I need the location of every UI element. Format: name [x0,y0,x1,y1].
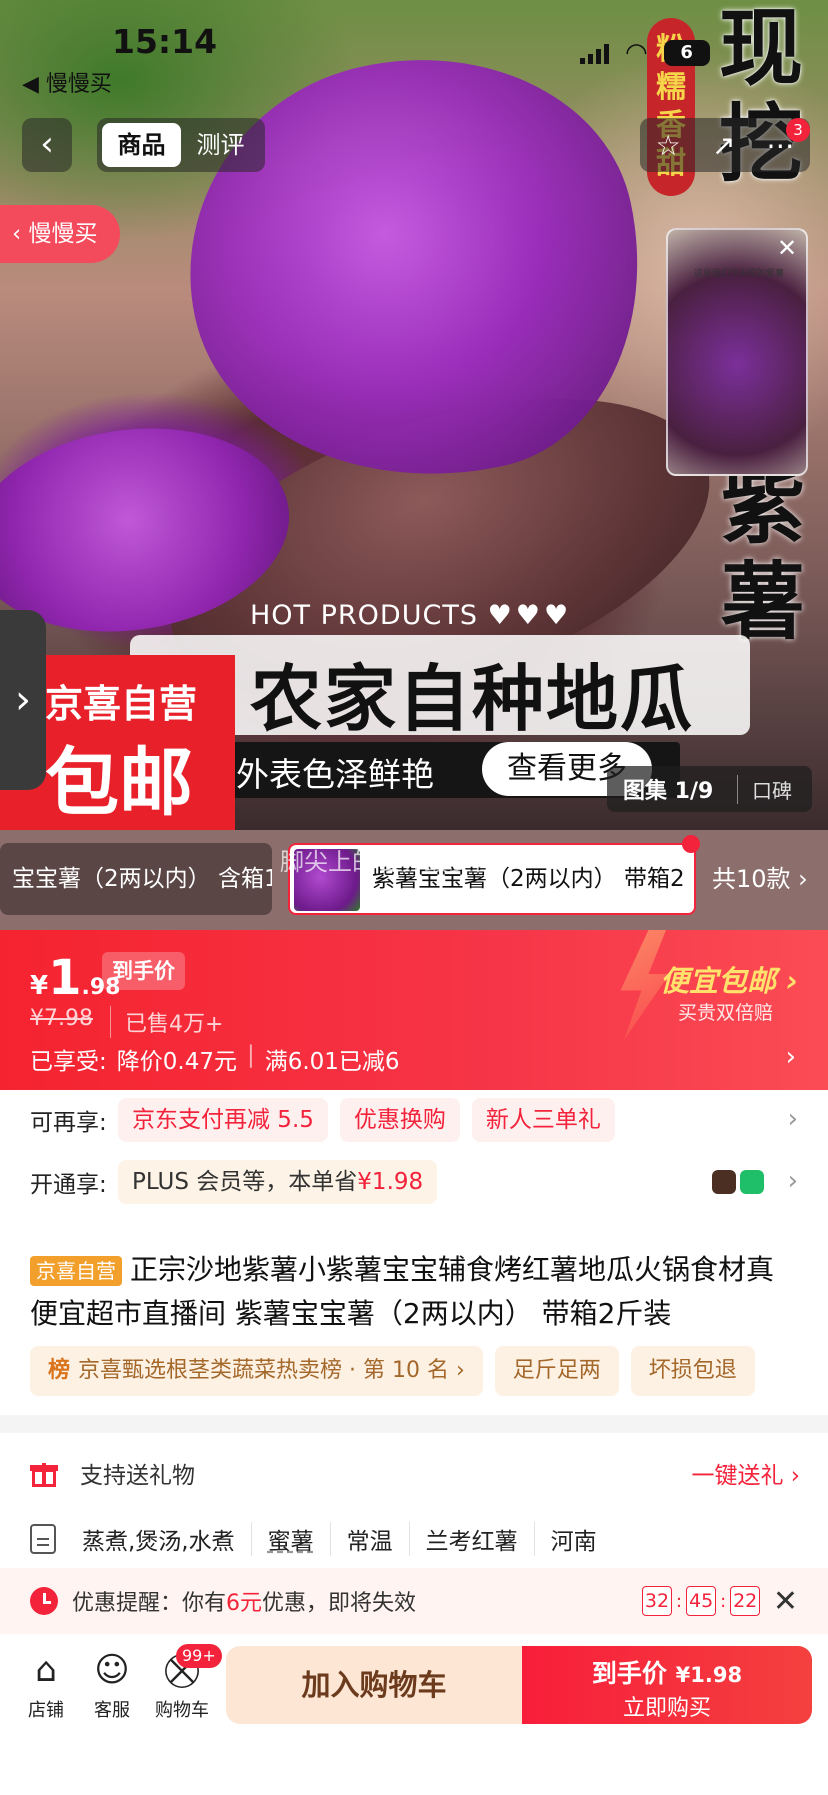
full-weight-chip[interactable]: 足斤足两 [494,1346,619,1396]
back-to-app-link[interactable]: ◀ 慢慢买 [22,66,112,98]
add-to-cart-button[interactable]: 加入购物车 [226,1646,522,1724]
close-icon[interactable]: ✕ [773,1584,798,1619]
attr-storage: 常温 [347,1522,410,1556]
gift-icon [30,1459,58,1487]
price-guarantee: 买贵双倍赔 [678,1002,774,1024]
document-icon [30,1524,56,1554]
chevron-right-icon[interactable]: › [788,1166,798,1196]
manmanmai-return-pill[interactable]: ‹ 慢慢买 [0,205,120,263]
battery-icon: 6 [663,40,710,66]
plus-bag-icon [740,1170,764,1194]
favorite-star-icon[interactable]: ☆ [656,129,681,162]
reminder-text: 优惠提醒：你有6元优惠，即将失效 [72,1591,417,1616]
hero-sub-text: 外表色泽鲜艳 [236,755,434,794]
gallery-counter[interactable]: 图集 1/9 口碑 [607,766,812,812]
status-icons: ◠ 6 [580,38,710,68]
original-price: ¥7.98 [30,1006,93,1031]
section-divider [0,1415,828,1433]
customer-service-button[interactable]: ☺ 客服 [72,1648,152,1722]
sku-total-count[interactable]: 共10款 › [712,843,822,915]
sku-selected-dot [682,835,700,853]
sku-overlay-text: 脚尖上的世界最多香 [280,848,496,876]
price-tag-label: 到手价 [102,952,185,990]
attr-origin: 河南 [550,1529,597,1555]
gallery-index[interactable]: 图集 1/9 [607,773,737,805]
nav-tabs: 商品 测评 [97,118,265,172]
tab-review[interactable]: 测评 [181,123,260,167]
promo-label: 可再享: [30,1110,107,1136]
chevron-right-icon[interactable]: › [788,1104,798,1134]
wifi-icon: ◠ [625,38,648,68]
discount-summary: 已享受: 降价0.47元 | 满6.01已减6 [30,1042,400,1075]
product-page: 粉糯 香甜 现挖 紫薯 HOT PRODUCTS ♥♥♥ 农家自种地瓜 外表色泽… [0,0,828,1795]
product-title-text: 正宗沙地紫薯小紫薯宝宝辅食烤红薯地瓜火锅食材真便宜超市直播间 紫薯宝宝薯（2两以… [30,1253,775,1330]
gift-row[interactable]: 支持送礼物 一键送礼 › [30,1448,800,1498]
coupon-reminder[interactable]: 优惠提醒：你有6元优惠，即将失效 32: 45: 22 ✕ [0,1568,828,1634]
damage-refund-chip[interactable]: 坏损包退 [630,1346,755,1396]
close-icon[interactable]: ✕ [772,234,802,264]
promo-chip-exchange[interactable]: 优惠换购 [339,1098,460,1142]
attr-variety: 蜜薯 [268,1522,331,1556]
gift-text: 支持送礼物 [80,1463,195,1489]
hero-hot-products: HOT PRODUCTS ♥♥♥ [250,600,573,631]
back-button[interactable]: ‹ [22,118,72,172]
buy-now-button[interactable]: 到手价 ¥1.98 立即购买 [522,1646,812,1724]
video-caption: 这是我们今天挖的紫薯 [693,269,784,279]
plus-icons [712,1170,764,1194]
share-icon[interactable]: ↗ [712,129,735,162]
reviews-tab[interactable]: 口碑 [737,774,792,804]
status-time: 15:14 [112,22,218,61]
plus-membership-chip[interactable]: PLUS 会员等，本单省¥1.98 [118,1160,438,1204]
notification-badge: 3 [786,118,810,142]
cart-count-badge: 99+ [176,1644,222,1668]
ranking-icon: 榜 [48,1358,71,1383]
hero-banner-text: 农家自种地瓜 [250,657,695,741]
side-expand-tab[interactable]: › [0,610,46,790]
price-bar[interactable]: ¥1.98 到手价 ¥7.98 已售4万+ 已享受: 降价0.47元 | 满6.… [0,930,828,1090]
promo-row-plus[interactable]: 开通享: PLUS 会员等，本单省¥1.98 [30,1160,800,1204]
product-title: 京喜自营 正宗沙地紫薯小紫薯宝宝辅食烤红薯地瓜火锅食材真便宜超市直播间 紫薯宝宝薯… [30,1248,800,1336]
plus-crown-icon [712,1170,736,1194]
signal-icon [580,42,609,64]
promo-row-available[interactable]: 可再享: 京东支付再减 5.5 优惠换购 新人三单礼 [30,1098,800,1142]
rank-row: 榜京喜甄选根茎类蔬菜热卖榜 · 第 10 名 › 足斤足两 坏损包退 [30,1346,755,1396]
attributes-row[interactable]: 蒸煮,煲汤,水煮 蜜薯 常温 兰考红薯 河南 [30,1514,800,1564]
hero-text-zishu: 紫薯 [720,456,805,651]
sold-count: 已售4万+ [110,1006,223,1038]
promo-chip-newcomer[interactable]: 新人三单礼 [471,1098,615,1142]
countdown-timer: 32: 45: 22 [642,1586,761,1616]
attr-brand: 兰考红薯 [426,1522,535,1556]
chat-icon: ☺ [94,1650,130,1690]
jingxi-self-operated-tag: 京喜自营 [30,1256,122,1286]
tab-product[interactable]: 商品 [102,123,181,167]
sku-option-1[interactable]: 宝宝薯（2两以内） 含箱1 [0,843,272,915]
chevron-right-icon[interactable]: › [786,1042,796,1072]
plus-label: 开通享: [30,1172,107,1198]
attr-cooking: 蒸煮,煲汤,水煮 [82,1522,252,1556]
promo-chip-jd-pay[interactable]: 京东支付再减 5.5 [118,1098,328,1142]
ranking-chip[interactable]: 榜京喜甄选根茎类蔬菜热卖榜 · 第 10 名 › [30,1346,483,1396]
send-gift-link[interactable]: 一键送礼 › [691,1456,800,1490]
nav-actions: ☆ ↗ ⋯ [640,118,810,172]
clock-icon [30,1587,58,1615]
floating-video-window[interactable]: 这是我们今天挖的紫薯 ✕ [666,228,808,476]
bottom-action-bar: ⌂ 店铺 ☺ 客服 ⛒ 购物车 99+ 加入购物车 到手价 ¥1.98 立即购买 [0,1634,828,1795]
cheap-free-shipping[interactable]: 便宜包邮 › [660,958,798,1000]
